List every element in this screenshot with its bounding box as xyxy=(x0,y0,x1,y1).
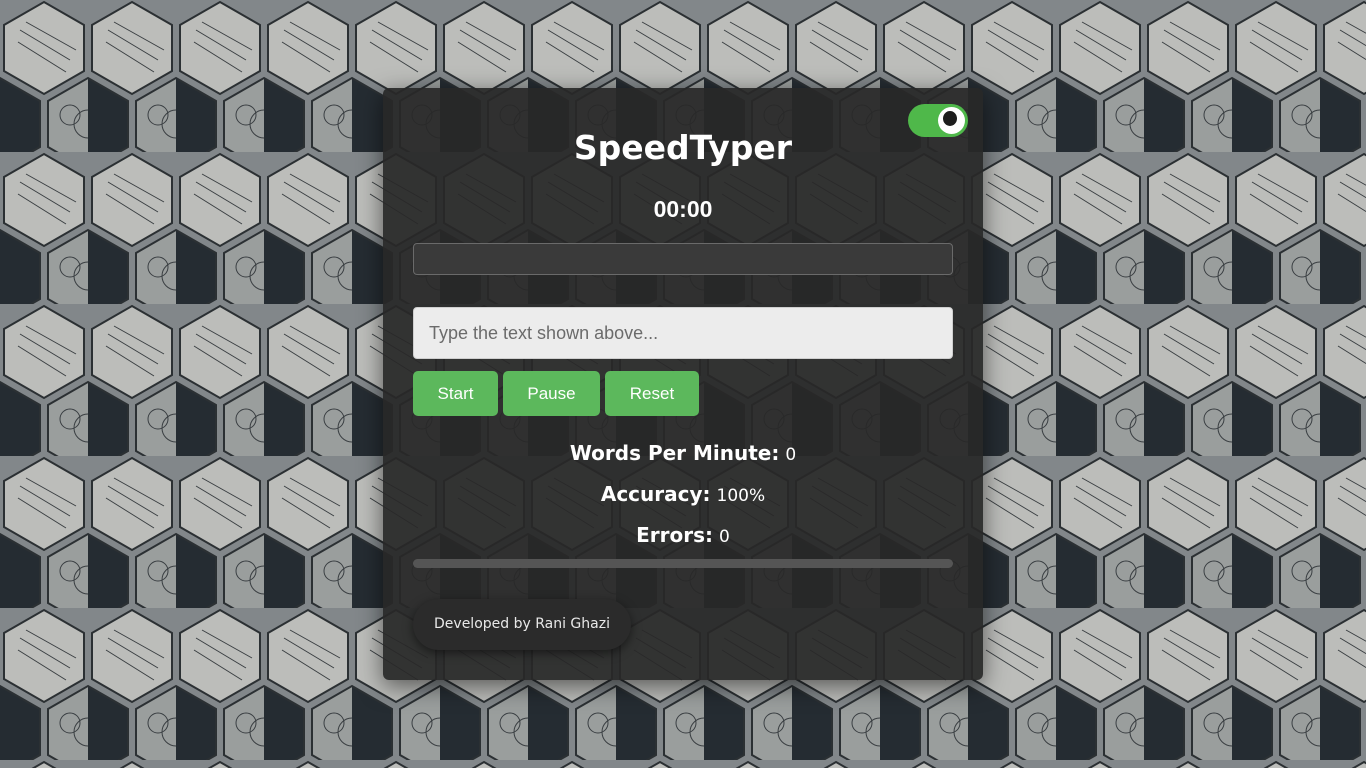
wpm-label: Words Per Minute: xyxy=(569,441,780,465)
progress-bar xyxy=(413,559,953,568)
errors-label: Errors: xyxy=(636,523,714,547)
wpm-value: 0 xyxy=(785,445,797,465)
reset-button[interactable]: Reset xyxy=(605,371,699,416)
app-title: SpeedTyper xyxy=(573,128,793,167)
accuracy-label: Accuracy: xyxy=(600,482,711,506)
pause-button[interactable]: Pause xyxy=(503,371,600,416)
typing-input[interactable] xyxy=(413,307,953,359)
typing-test-card: SpeedTyper 00:00 Start Pause Reset Words… xyxy=(383,88,983,680)
errors-value: 0 xyxy=(719,527,730,547)
developer-credit: Developed by Rani Ghazi xyxy=(413,599,631,650)
wpm-stat: Words Per Minute: 0 xyxy=(383,438,983,470)
accuracy-value: 100% xyxy=(716,486,766,506)
errors-stat: Errors: 0 xyxy=(383,520,983,552)
text-to-type-display xyxy=(413,243,953,275)
accuracy-stat: Accuracy: 100% xyxy=(383,479,983,511)
start-button[interactable]: Start xyxy=(413,371,498,416)
timer-display: 00:00 xyxy=(653,196,713,222)
